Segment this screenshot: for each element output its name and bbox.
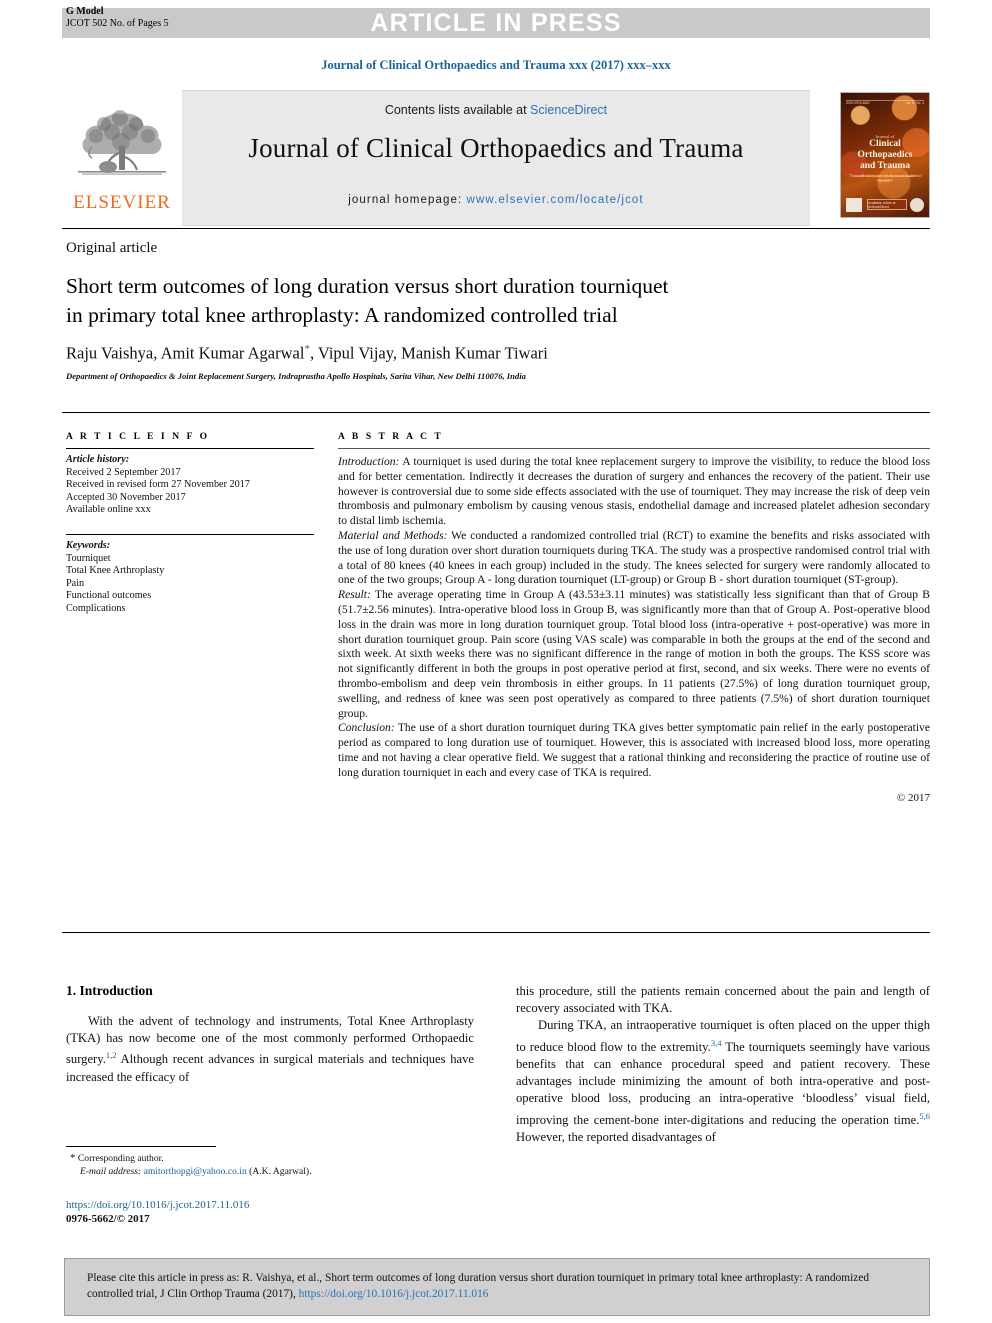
abstract-copyright: © 2017 [896,791,930,804]
citation-ref-3-4[interactable]: 3,4 [711,1038,722,1048]
article-history-block: Article history: Received 2 September 20… [66,449,314,517]
citation-ref-1-2[interactable]: 1,2 [106,1050,117,1060]
abstract-heading: A B S T R A C T [338,432,444,442]
article-history-label: Article history: [66,454,130,465]
journal-code-pages: JCOT 502 No. of Pages 5 [66,17,169,29]
journal-homepage-line: journal homepage: www.elsevier.com/locat… [182,194,810,206]
article-info-heading: A R T I C L E I N F O [66,432,210,442]
homepage-url-link[interactable]: www.elsevier.com/locate/jcot [467,194,644,206]
abstract-column: A B S T R A C T Introduction: A tourniqu… [338,432,930,805]
abstract-bottom-rule [62,932,930,933]
intro-paragraph-left: With the advent of technology and instru… [66,1013,474,1086]
keyword-item: Pain [66,577,85,589]
keyword-item: Tourniquet [66,552,111,564]
keyword-item: Functional outcomes [66,590,152,602]
journal-title: Journal of Clinical Orthopaedics and Tra… [248,133,744,163]
author-affiliation: Department of Orthopaedics & Joint Repla… [66,371,526,381]
corresponding-author-note: * Corresponding author. [70,1152,480,1165]
abstract-conclusion-text: The use of a short duration tourniquet d… [338,721,930,779]
article-in-press-banner: ARTICLE IN PRESS [62,8,930,38]
email-note: E-mail address: amitorthopgi@yahoo.co.in… [70,1165,480,1178]
email-address-link[interactable]: amitorthopgi@yahoo.co.in [144,1166,247,1177]
please-cite-text: Please cite this article in press as: R.… [87,1270,907,1302]
elsevier-logo: ELSEVIER [62,94,182,222]
article-title-line1: Short term outcomes of long duration ver… [66,274,669,298]
abstract-result-label: Result: [338,588,371,602]
body-column-left: 1. Introduction With the advent of techn… [66,983,474,1086]
elsevier-tree-icon [78,110,166,175]
cover-issn: ISSN 0976-5662 [846,101,870,105]
cover-title-line1: Clinical Orthopaedics [857,139,913,160]
email-address-label: E-mail address: [80,1166,142,1177]
keyword-item: Complications [66,602,126,614]
cite-doi-link[interactable]: https://doi.org/10.1016/j.jcot.2017.11.0… [299,1288,489,1300]
history-item: Accepted 30 November 2017 [66,491,186,503]
corresponding-author-label: Corresponding author. [77,1153,164,1164]
abstract-result: Result: The average operating time in Gr… [338,588,930,721]
keyword-item: Total Knee Arthroplasty [66,565,165,577]
cover-top-metadata: ISSN 0976-5662 Vol. 8 / No. 4 [846,101,924,105]
abstract-body: Introduction: A tourniquet is used durin… [338,449,930,805]
masthead-center-panel: Contents lists available at ScienceDirec… [182,90,810,226]
sciencedirect-link[interactable]: ScienceDirect [530,103,607,117]
cover-badge: Available online at ScienceDirect [867,199,907,210]
authors-after-marker: , Vipul Vijay, Manish Kumar Tiwari [309,343,548,363]
cover-society-seal-icon [910,198,924,212]
tka-text-c: However, the reported disadvantages of [516,1130,716,1144]
history-item: Received 2 September 2017 [66,466,181,478]
contents-available-line: Contents lists available at ScienceDirec… [182,103,810,117]
authors-before-marker: Raju Vaishya, Amit Kumar Agarwal [66,343,305,363]
intro-paragraph-right-2: During TKA, an intraoperative tourniquet… [516,1017,930,1146]
footnote-block: * Corresponding author. E-mail address: … [70,1152,480,1178]
cover-volume: Vol. 8 / No. 4 [905,101,924,105]
abstract-introduction-text: A tourniquet is used during the total kn… [338,455,930,528]
abstract-result-text: The average operating time in Group A (4… [338,588,930,720]
doi-issn-block: https://doi.org/10.1016/j.jcot.2017.11.0… [66,1198,486,1226]
section-heading-introduction: 1. Introduction [66,983,153,998]
body-column-right: this procedure, still the patients remai… [516,983,930,1146]
abstract-top-rule [62,412,930,413]
article-in-press-label: ARTICLE IN PRESS [370,9,622,37]
journal-cover-thumbnail: ISSN 0976-5662 Vol. 8 / No. 4 Journal of… [840,92,930,218]
title-top-rule [62,228,930,229]
abstract-methods: Material and Methods: We conducted a ran… [338,529,930,588]
g-model-block: G Model JCOT 502 No. of Pages 5 [66,6,169,29]
page-title: Short term outcomes of long duration ver… [66,272,906,330]
citation-ref-5-6[interactable]: 5,6 [919,1111,930,1121]
article-title-line2: in primary total knee arthroplasty: A ra… [66,303,618,327]
contents-prefix: Contents lists available at [384,103,531,117]
abstract-conclusion: Conclusion: The use of a short duration … [338,721,930,780]
abstract-introduction-label: Introduction: [338,455,400,468]
g-model-label: G Model [66,6,104,17]
article-info-column: A R T I C L E I N F O Article history: R… [66,432,314,616]
keywords-block: Keywords: Tourniquet Total Knee Arthropl… [66,535,314,616]
keywords-label: Keywords: [66,539,111,551]
please-cite-box: Please cite this article in press as: R.… [64,1258,930,1316]
cover-title-line2: and Trauma [859,161,911,171]
journal-masthead: Contents lists available at ScienceDirec… [62,90,930,226]
author-list: Raju Vaishya, Amit Kumar Agarwal*, Vipul… [66,343,906,364]
history-item: Available online xxx [66,504,151,516]
asterisk-icon: * [70,1152,76,1164]
doi-link[interactable]: https://doi.org/10.1016/j.jcot.2017.11.0… [66,1198,486,1212]
article-type-label: Original article [66,240,158,256]
homepage-label: journal homepage: [348,194,467,206]
intro-paragraph-right-1: this procedure, still the patients remai… [516,984,930,1016]
cover-tagline: "Towards better care of the musculoskele… [848,173,922,183]
email-owner: (A.K. Agarwal). [246,1166,312,1177]
running-head: Journal of Clinical Orthopaedics and Tra… [321,58,671,72]
cover-elsevier-logo-icon [846,198,862,212]
abstract-introduction: Introduction: A tourniquet is used durin… [338,455,930,529]
intro-text-b: Although recent advances in surgical mat… [66,1052,474,1084]
abstract-conclusion-label: Conclusion: [338,721,395,735]
abstract-methods-label: Material and Methods: [338,528,448,542]
issn-copyright: 0976-5662/© 2017 [66,1213,150,1225]
elsevier-wordmark: ELSEVIER [73,192,171,213]
footnote-separator-rule [66,1146,216,1147]
history-item: Received in revised form 27 November 201… [66,479,250,491]
